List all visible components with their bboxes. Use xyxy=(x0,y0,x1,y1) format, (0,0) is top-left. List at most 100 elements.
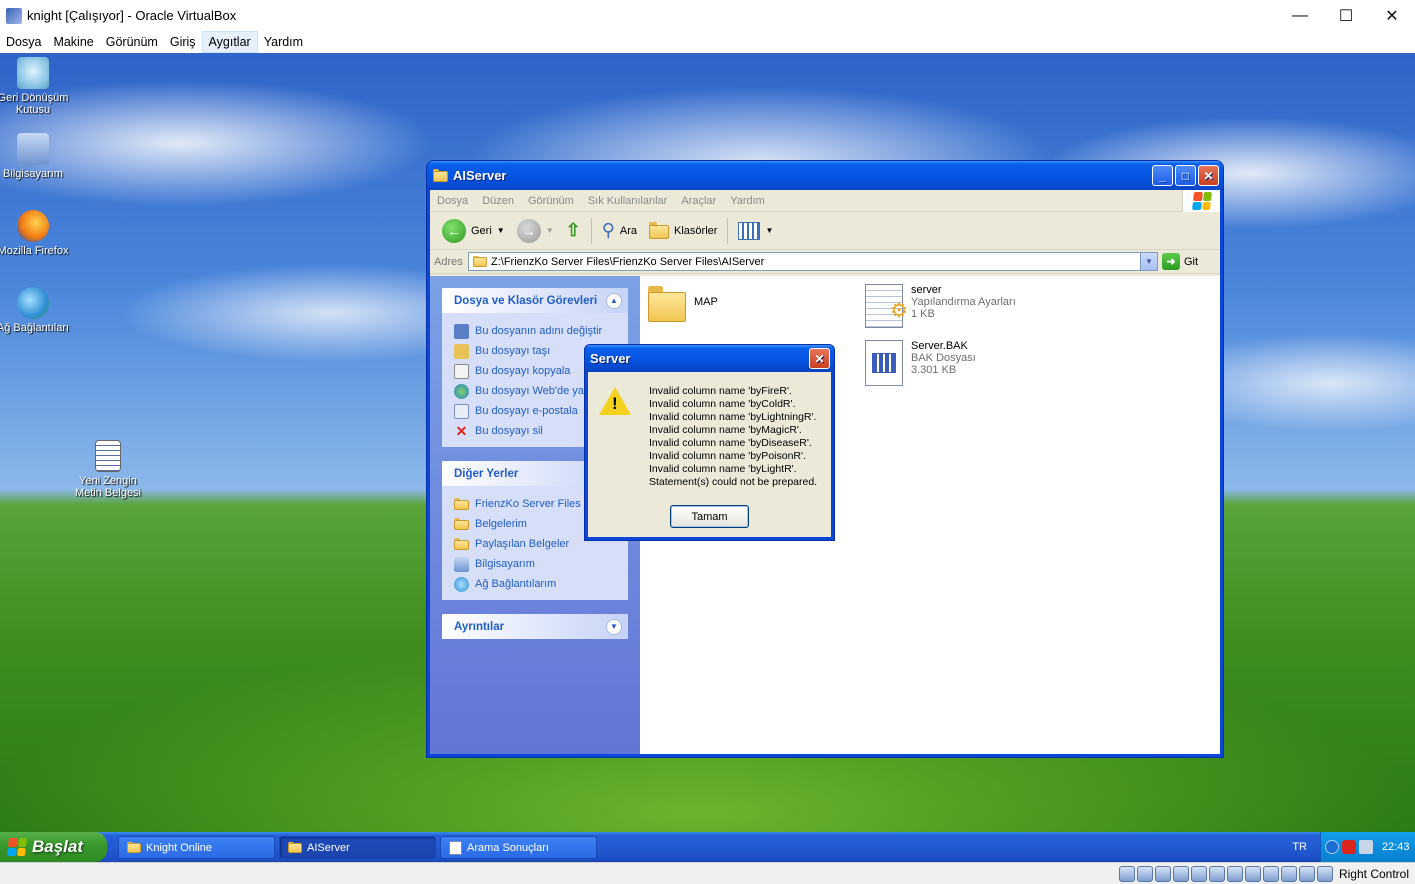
go-arrow-icon: ➜ xyxy=(1162,253,1180,270)
maximize-icon[interactable]: □ xyxy=(1175,165,1196,186)
menu-araclar[interactable]: Araçlar xyxy=(674,195,723,207)
place-my-computer[interactable]: Bilgisayarım xyxy=(454,554,622,574)
vbox-window-controls: — ☐ ✕ xyxy=(1277,0,1415,31)
network-icon xyxy=(454,576,469,592)
close-icon[interactable]: ✕ xyxy=(809,348,830,369)
file-item-server-bak[interactable]: Server.BAK BAK Dosyası 3.301 KB xyxy=(865,340,976,386)
display-icon[interactable] xyxy=(1226,865,1243,882)
back-arrow-icon: ← xyxy=(442,218,466,243)
back-label: Geri xyxy=(471,224,492,237)
menu-duzen[interactable]: Düzen xyxy=(475,195,521,207)
go-label: Git xyxy=(1184,255,1199,268)
place-network[interactable]: Ağ Bağlantılarım xyxy=(454,574,622,594)
menu-sik-kullanilanlar[interactable]: Sık Kullanılanlar xyxy=(581,195,675,207)
minimize-icon[interactable]: _ xyxy=(1152,165,1173,186)
my-computer-icon xyxy=(454,556,469,572)
vbox-menu-gorunum[interactable]: Görünüm xyxy=(100,31,164,53)
security-alert-icon[interactable] xyxy=(1342,840,1356,854)
vbox-menu-makine[interactable]: Makine xyxy=(47,31,99,53)
vbox-menu-aygitlar[interactable]: Aygıtlar xyxy=(201,31,258,53)
file-item-map[interactable]: MAP xyxy=(648,286,718,322)
vbox-menu-dosya[interactable]: Dosya xyxy=(0,31,47,53)
desktop-icon-recycle-bin[interactable]: Geri Dönüşüm Kutusu xyxy=(0,57,73,116)
audio-icon[interactable] xyxy=(1154,865,1171,882)
close-icon[interactable]: ✕ xyxy=(1369,0,1415,31)
details-panel: Ayrıntılar ▼ xyxy=(442,614,628,639)
mouse-integration-icon[interactable] xyxy=(1298,865,1315,882)
shared-documents-icon xyxy=(454,537,469,551)
chevron-down-icon[interactable]: ▼ xyxy=(546,226,554,235)
forward-button[interactable]: → ▼ xyxy=(511,216,560,246)
cpu-icon[interactable] xyxy=(1280,865,1297,882)
collapse-icon[interactable]: ▲ xyxy=(606,292,622,309)
hdd-icon[interactable] xyxy=(1118,865,1135,882)
folder-icon xyxy=(649,222,670,239)
address-value: Z:\FrienzKo Server Files\FrienzKo Server… xyxy=(491,255,765,268)
maximize-icon[interactable]: ☐ xyxy=(1323,0,1369,31)
chevron-down-icon[interactable]: ▼ xyxy=(1140,253,1157,270)
shared-folders-icon[interactable] xyxy=(1208,865,1225,882)
vbox-menubar: Dosya Makine Görünüm Giriş Aygıtlar Yard… xyxy=(0,31,1415,53)
address-bar: Adres Z:\FrienzKo Server Files\FrienzKo … xyxy=(430,250,1220,274)
virtualbox-icon xyxy=(6,7,22,24)
file-name: MAP xyxy=(694,296,718,308)
start-button[interactable]: Başlat xyxy=(0,832,107,862)
go-button[interactable]: ➜ Git xyxy=(1162,253,1198,270)
email-icon xyxy=(454,403,469,419)
optical-drive-icon[interactable] xyxy=(1136,865,1153,882)
search-results-icon xyxy=(449,840,462,855)
network-adapter-icon[interactable] xyxy=(1172,865,1189,882)
file-item-server[interactable]: ⚙ server Yapılandırma Ayarları 1 KB xyxy=(865,284,1016,328)
menu-yardim[interactable]: Yardım xyxy=(723,195,772,207)
language-indicator[interactable]: TR xyxy=(1292,841,1307,853)
file-tasks-header[interactable]: Dosya ve Klasör Görevleri ▲ xyxy=(442,288,628,313)
desktop-icon-network[interactable]: Ağ Bağlantıları xyxy=(0,287,73,334)
dialog-title: Server xyxy=(590,351,631,366)
clock: 22:43 xyxy=(1382,841,1410,853)
ok-button[interactable]: Tamam xyxy=(670,505,749,528)
message-line: Invalid column name 'byFireR'. xyxy=(649,385,792,397)
desktop-icon-firefox[interactable]: Mozilla Firefox xyxy=(0,210,73,257)
address-input[interactable]: Z:\FrienzKo Server Files\FrienzKo Server… xyxy=(468,252,1158,271)
folders-button[interactable]: Klasörler xyxy=(643,216,723,246)
vbox-statusbar: Right Control xyxy=(0,862,1415,884)
volume-icon[interactable] xyxy=(1359,840,1373,854)
desktop-icon-my-computer[interactable]: Bilgisayarım xyxy=(0,133,73,180)
chevron-down-icon[interactable]: ▼ xyxy=(765,226,773,235)
explorer-title: AIServer xyxy=(453,168,507,183)
vbox-menu-giris[interactable]: Giriş xyxy=(164,31,202,53)
usb-icon[interactable] xyxy=(1190,865,1207,882)
file-name: Server.BAK xyxy=(911,340,968,352)
virtualization-icon[interactable] xyxy=(1262,865,1279,882)
chevron-down-icon[interactable]: ▼ xyxy=(497,226,505,235)
server-dialog: Server ✕ ! Invalid column name 'byFireR'… xyxy=(584,344,835,541)
task-rename[interactable]: Bu dosyanın adını değiştir xyxy=(454,321,622,341)
other-places-title: Diğer Yerler xyxy=(454,467,519,480)
delete-icon: ✕ xyxy=(455,422,468,439)
windows-flag-icon xyxy=(1182,190,1220,212)
vbox-titlebar: knight [Çalışıyor] - Oracle VirtualBox —… xyxy=(0,0,1415,31)
desktop-icon-rtf-document[interactable]: Yeni Zengin Metin Belgesi xyxy=(68,440,148,499)
address-label: Adres xyxy=(434,255,463,268)
move-icon xyxy=(454,343,469,359)
views-button[interactable]: ▼ xyxy=(732,216,779,246)
folders-label: Klasörler xyxy=(674,224,718,237)
close-icon[interactable]: ✕ xyxy=(1198,165,1219,186)
taskbar-button-search-results[interactable]: Arama Sonuçları xyxy=(440,836,597,859)
minimize-icon[interactable]: — xyxy=(1277,0,1323,31)
menu-gorunum[interactable]: Görünüm xyxy=(521,195,581,207)
search-button[interactable]: ⚲ Ara xyxy=(596,216,643,246)
vbox-menu-yardim[interactable]: Yardım xyxy=(258,31,309,53)
up-folder-button[interactable]: ⇧ xyxy=(560,216,587,246)
menu-dosya[interactable]: Dosya xyxy=(430,195,475,207)
config-file-icon: ⚙ xyxy=(865,284,908,328)
back-button[interactable]: ← Geri ▼ xyxy=(436,216,511,246)
taskbar-button-aiserver[interactable]: AIServer xyxy=(279,836,436,859)
details-header[interactable]: Ayrıntılar ▼ xyxy=(442,614,628,639)
tray-arrow-icon[interactable] xyxy=(1325,840,1339,854)
folder-icon xyxy=(127,841,141,854)
expand-icon[interactable]: ▼ xyxy=(606,618,622,635)
taskbar-button-knight-online[interactable]: Knight Online xyxy=(118,836,275,859)
keyboard-icon[interactable] xyxy=(1316,865,1333,882)
video-capture-icon[interactable] xyxy=(1244,865,1261,882)
